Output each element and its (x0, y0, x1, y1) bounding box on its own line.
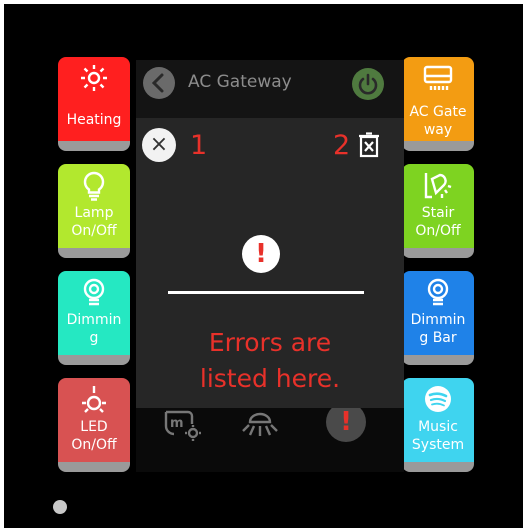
header-bar: AC Gateway (136, 60, 404, 118)
tile-base (58, 248, 130, 258)
power-icon (358, 73, 378, 95)
tile-heating[interactable]: Heating (58, 57, 130, 151)
settings-m-button[interactable]: m (160, 406, 204, 446)
tile-lamp[interactable]: Lamp On/Off (58, 164, 130, 258)
tile-base (402, 248, 474, 258)
bottom-toolbar: m ! (136, 400, 404, 472)
tile-label: LED On/Off (71, 419, 117, 453)
lights-button[interactable] (240, 406, 280, 446)
error-index-right: 2 (333, 130, 351, 161)
tile-dimming-bar[interactable]: Dimmin g Bar (402, 271, 474, 365)
bulb-icon (58, 171, 130, 201)
chevron-left-icon (151, 73, 164, 93)
center-screen: AC Gateway m ! × 1 2 ! Errors are listed… (136, 60, 404, 472)
back-button[interactable] (143, 67, 175, 99)
tile-base (402, 462, 474, 472)
mode-settings-icon: m (164, 410, 201, 441)
tile-base (58, 462, 130, 472)
tile-label: Stair On/Off (415, 205, 461, 239)
dimmer-bulb-icon (402, 278, 474, 306)
error-dialog: × 1 2 ! Errors are listed here. (136, 118, 404, 408)
divider (168, 291, 364, 294)
tile-stair[interactable]: Stair On/Off (402, 164, 474, 258)
exclamation-icon: ! (340, 407, 352, 437)
error-alert-button[interactable]: ! (326, 402, 366, 442)
tile-base (402, 141, 474, 151)
delete-button[interactable] (358, 132, 380, 162)
tile-base (58, 141, 130, 151)
tile-label: Music System (411, 419, 465, 453)
status-led (53, 500, 67, 514)
tile-base (58, 355, 130, 365)
led-icon (58, 385, 130, 413)
error-index-left: 1 (190, 130, 208, 161)
dimmer-bulb-icon (58, 278, 130, 306)
tile-label: Dimmin g Bar (410, 312, 466, 346)
tile-music-system[interactable]: Music System (402, 378, 474, 472)
tile-ac-gateway[interactable]: AC Gate way (402, 57, 474, 151)
tile-label: Dimmin g (66, 312, 122, 346)
power-button[interactable] (352, 68, 384, 100)
close-button[interactable]: × (142, 128, 176, 162)
sun-icon (58, 64, 130, 92)
page-title: AC Gateway (188, 72, 292, 92)
ceiling-light-icon (242, 412, 278, 436)
tile-led[interactable]: LED On/Off (58, 378, 130, 472)
tile-dimming[interactable]: Dimmin g (58, 271, 130, 365)
close-icon: × (149, 132, 169, 157)
error-message: Errors are listed here. (199, 328, 341, 393)
spotify-icon (402, 385, 474, 413)
tile-label: Heating (66, 112, 122, 128)
alert-icon: ! (242, 235, 280, 273)
tile-label: AC Gate way (409, 104, 467, 138)
stair-light-icon (402, 171, 474, 199)
exclamation-icon: ! (255, 239, 267, 269)
tile-label: Lamp On/Off (71, 205, 117, 239)
trash-icon (359, 132, 379, 158)
ac-unit-icon (402, 64, 474, 92)
svg-text:m: m (170, 416, 184, 431)
tile-base (402, 355, 474, 365)
